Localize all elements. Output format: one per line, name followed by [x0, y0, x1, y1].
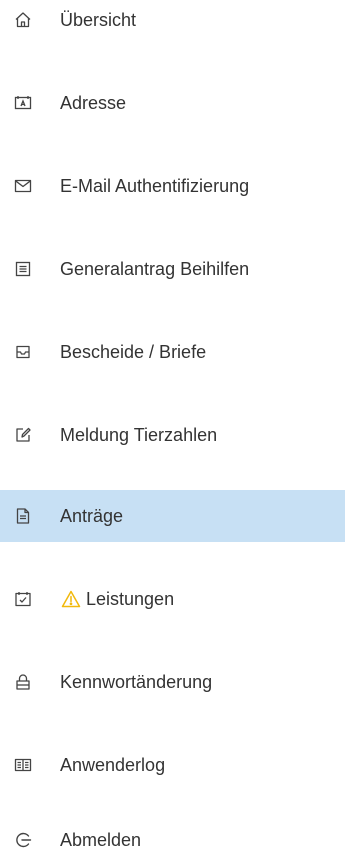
sidebar-item-label: Meldung Tierzahlen: [60, 425, 218, 445]
sidebar-item-label: Bescheide / Briefe: [60, 342, 207, 362]
inbox-icon: [12, 341, 34, 363]
home-icon: [12, 9, 34, 31]
sidebar-item-label: Generalantrag Beihilfen: [60, 259, 250, 279]
sidebar-item-meldung-tierzahlen[interactable]: Meldung Tierzahlen: [0, 409, 345, 461]
sidebar-item-label: Adresse: [60, 93, 127, 113]
sidebar-item-anwenderlog[interactable]: Anwenderlog: [0, 739, 345, 791]
address-card-icon: [12, 92, 34, 114]
sidebar-item-label: E-Mail Authentifizierung: [60, 176, 250, 196]
document-icon: [12, 505, 34, 527]
mail-icon: [12, 175, 34, 197]
sidebar-item-label: Übersicht: [60, 10, 137, 30]
sidebar-item-label: Abmelden: [60, 830, 142, 850]
sidebar-item-generalantrag[interactable]: Generalantrag Beihilfen: [0, 243, 345, 295]
lock-icon: [12, 671, 34, 693]
sidebar-item-label: Anträge: [60, 506, 124, 526]
sidebar-item-kennwortaenderung[interactable]: Kennwortänderung: [0, 656, 345, 708]
sign-out-icon: [12, 829, 34, 851]
sidebar-item-antraege[interactable]: Anträge: [0, 490, 345, 542]
book-icon: [12, 754, 34, 776]
sidebar-item-bescheide[interactable]: Bescheide / Briefe: [0, 326, 345, 378]
sidebar-item-label: Anwenderlog: [60, 755, 166, 775]
sidebar-item-email[interactable]: E-Mail Authentifizierung: [0, 160, 345, 212]
sidebar-nav: Übersicht Adresse E-Mail Authentifizieru…: [0, 0, 345, 857]
sidebar-item-label: Leistungen: [86, 589, 175, 609]
sidebar-item-uebersicht[interactable]: Übersicht: [0, 0, 345, 46]
sidebar-item-adresse[interactable]: Adresse: [0, 77, 345, 129]
warning-icon: [60, 588, 82, 610]
edit-icon: [12, 424, 34, 446]
calendar-check-icon: [12, 588, 34, 610]
sidebar-item-leistungen[interactable]: Leistungen: [0, 573, 345, 625]
sidebar-item-label: Kennwortänderung: [60, 672, 213, 692]
sidebar-item-abmelden[interactable]: Abmelden: [0, 814, 345, 866]
form-document-icon: [12, 258, 34, 280]
